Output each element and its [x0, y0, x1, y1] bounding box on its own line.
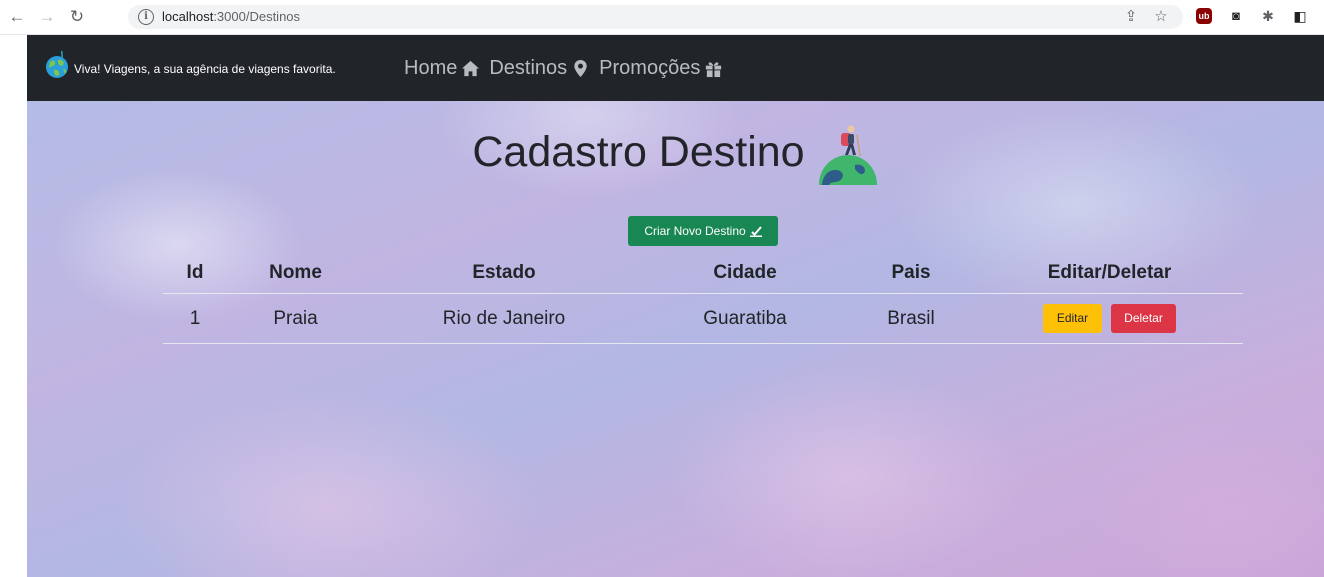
column-header-actions: Editar/Deletar	[976, 253, 1243, 294]
page-body: Viva! Viagens, a sua agência de viagens …	[27, 35, 1324, 577]
nav-link-promocoes[interactable]: Promoções	[599, 57, 723, 80]
address-bar[interactable]: i localhost:3000/Destinos ⇪ ☆	[128, 5, 1183, 29]
column-header-estado: Estado	[364, 253, 644, 294]
nav-link-destinos[interactable]: Destinos	[489, 57, 590, 80]
column-header-id: Id	[163, 253, 227, 294]
cell-cidade: Guaratiba	[644, 293, 846, 344]
ublock-extension-icon[interactable]: ub	[1196, 8, 1212, 24]
home-icon	[462, 60, 480, 77]
cell-actions: Editar Deletar	[976, 293, 1243, 344]
destinations-table: Id Nome Estado Cidade Pais Editar/Deleta…	[163, 253, 1243, 344]
pen-check-icon	[749, 226, 762, 237]
nav-link-label: Destinos	[489, 57, 568, 79]
back-arrow-icon[interactable]: ←	[6, 6, 28, 28]
cell-estado: Rio de Janeiro	[364, 293, 644, 344]
nav-link-label: Home	[404, 57, 458, 79]
table-header-row: Id Nome Estado Cidade Pais Editar/Deleta…	[163, 253, 1243, 294]
globe-logo-icon[interactable]	[45, 50, 71, 80]
cell-id: 1	[163, 293, 227, 344]
column-header-pais: Pais	[846, 253, 976, 294]
extension-icon[interactable]: ◙	[1228, 8, 1244, 24]
delete-button[interactable]: Deletar	[1111, 304, 1176, 333]
side-panel-icon[interactable]: ◧	[1292, 8, 1308, 24]
share-icon[interactable]: ⇪	[1122, 8, 1140, 26]
forward-arrow-icon[interactable]: →	[36, 6, 58, 28]
table-row: 1 Praia Rio de Janeiro Guaratiba Brasil …	[163, 293, 1243, 344]
edit-button[interactable]: Editar	[1043, 304, 1102, 333]
hiker-on-globe-icon	[818, 125, 877, 185]
bookmark-star-icon[interactable]: ☆	[1152, 8, 1170, 26]
create-destination-label: Criar Novo Destino	[644, 224, 746, 238]
column-header-cidade: Cidade	[644, 253, 846, 294]
url-text[interactable]: localhost:3000/Destinos	[162, 9, 300, 24]
page-title-text: Cadastro Destino	[472, 127, 805, 176]
row-actions: Editar Deletar	[977, 304, 1242, 333]
reload-icon[interactable]: ↻	[66, 6, 88, 28]
nav-links: Home Destinos Promoções	[404, 57, 732, 80]
puzzle-extensions-icon[interactable]: ✱	[1260, 8, 1276, 24]
nav-link-label: Promoções	[599, 57, 701, 79]
map-marker-icon	[574, 59, 587, 78]
info-icon[interactable]: i	[138, 9, 154, 25]
cell-nome: Praia	[227, 293, 364, 344]
nav-link-home[interactable]: Home	[404, 57, 480, 80]
page-title: Cadastro Destino	[472, 119, 878, 185]
column-header-nome: Nome	[227, 253, 364, 294]
brand-text[interactable]: Viva! Viagens, a sua agência de viagens …	[74, 62, 336, 76]
browser-toolbar: ← → ↻ i localhost:3000/Destinos ⇪ ☆ ub ◙…	[0, 0, 1324, 35]
navbar: Viva! Viagens, a sua agência de viagens …	[27, 35, 1324, 101]
gift-icon	[706, 62, 722, 78]
cell-pais: Brasil	[846, 293, 976, 344]
create-destination-button[interactable]: Criar Novo Destino	[628, 216, 778, 246]
title-area: Cadastro Destino	[27, 119, 1324, 185]
